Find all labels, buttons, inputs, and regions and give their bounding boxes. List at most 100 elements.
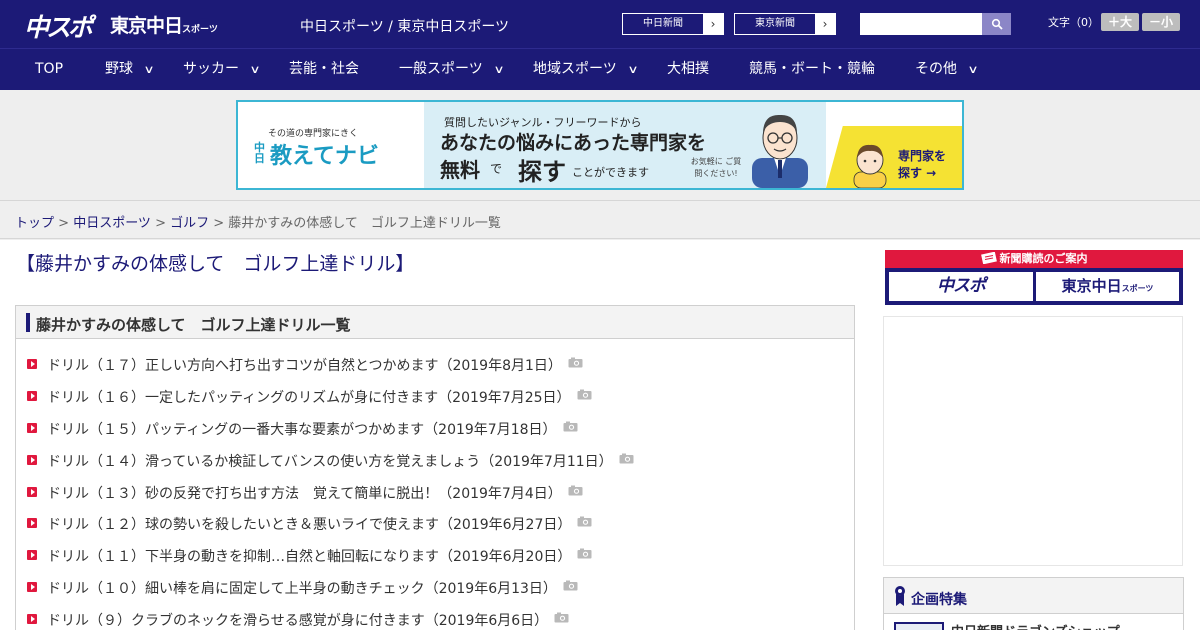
camera-icon bbox=[563, 580, 578, 591]
breadcrumb-link-top[interactable]: トップ bbox=[15, 216, 54, 231]
main-nav: TOP 野球 ∨ サッカー ∨ 芸能・社会 一般スポーツ ∨ 地域スポーツ ∨ 大相撲 … bbox=[0, 48, 1200, 90]
newspaper-icon bbox=[980, 251, 997, 265]
tokyo-chunichi-logo[interactable]: 東京中日スポーツ bbox=[110, 11, 218, 38]
chuspo-logo[interactable]: 中スポ bbox=[24, 8, 93, 44]
search-button[interactable] bbox=[982, 13, 1011, 35]
font-size-label: 文字（0） bbox=[1048, 16, 1099, 29]
ribbon-icon bbox=[895, 586, 905, 606]
article-title: ドリル（１３）砂の反発で打ち出す方法 覚えて簡単に脱出！（2019年7月4日） bbox=[47, 485, 562, 502]
top-header: 中スポ 東京中日スポーツ 中日スポーツ / 東京中日スポーツ 中日新聞 › 東京… bbox=[0, 0, 1200, 48]
nav-item-top[interactable]: TOP bbox=[35, 49, 63, 90]
nav-item-baseball[interactable]: 野球 ∨ bbox=[105, 49, 155, 90]
article-link[interactable]: ドリル（１４）滑っているか検証してバンスの使い方を覚えましょう（2019年7月1… bbox=[47, 451, 634, 471]
feature-box: 企画特集 中日新聞ドラゴンズショップ bbox=[883, 577, 1184, 630]
chunichi-shimbun-label: 中日新聞 bbox=[643, 18, 683, 29]
breadcrumb: トップ > 中日スポーツ > ゴルフ > 藤井かすみの体感して ゴルフ上達ドリル… bbox=[15, 212, 501, 231]
camera-icon bbox=[577, 548, 592, 559]
article-title: ドリル（１６）一定したパッティングのリズムが身に付きます（2019年7月25日） bbox=[47, 389, 571, 406]
nav-item-sumo[interactable]: 大相撲 bbox=[667, 49, 709, 90]
article-list-header: 藤井かすみの体感して ゴルフ上達ドリル一覧 bbox=[16, 306, 854, 339]
feature-thumbnail[interactable] bbox=[894, 622, 944, 630]
list-bullet-icon bbox=[27, 614, 37, 625]
nav-label: 一般スポーツ bbox=[399, 61, 483, 77]
font-bigger-button[interactable]: ＋大 bbox=[1101, 13, 1139, 31]
chevron-right-icon: › bbox=[703, 14, 723, 34]
camera-icon bbox=[568, 485, 583, 496]
chevron-down-icon: ∨ bbox=[627, 63, 639, 76]
oshiete-navi-banner[interactable]: その道の専門家にきく 中日 教えてナビ 質問したいジャンル・フリーワードから あ… bbox=[236, 100, 964, 190]
nav-item-local-sports[interactable]: 地域スポーツ ∨ bbox=[533, 49, 639, 90]
article-link[interactable]: ドリル（１１）下半身の動きを抑制…自然と軸回転になります（2019年6月20日） bbox=[47, 546, 592, 566]
article-title: ドリル（１４）滑っているか検証してバンスの使い方を覚えましょう（2019年7月1… bbox=[47, 453, 613, 470]
camera-icon bbox=[563, 421, 578, 432]
article-title: ドリル（１２）球の勢いを殺したいとき＆悪いライで使えます（2019年6月27日） bbox=[47, 517, 572, 534]
banner-line3-de: で bbox=[490, 162, 503, 176]
banner-line3-search: 探す bbox=[518, 158, 566, 186]
subscribe-tokyo-suffix: スポーツ bbox=[1121, 284, 1154, 293]
sidebar-ad-slot bbox=[883, 316, 1183, 566]
article-title: ドリル（１７）正しい方向へ打ち出すコツが自然とつかめます（2019年8月1日） bbox=[47, 358, 562, 374]
tokyo-shimbun-link[interactable]: 東京新聞 › bbox=[734, 13, 836, 35]
article-link[interactable]: ドリル（１０）細い棒を肩に固定して上半身の動きチェック（2019年6月13日） bbox=[47, 578, 578, 598]
expert-illustration-icon bbox=[752, 114, 808, 188]
subscribe-tokyo-label: 東京中日 bbox=[1061, 277, 1122, 295]
banner-line2: あなたの悩みにあった専門家を bbox=[440, 132, 707, 154]
article-link[interactable]: ドリル（１３）砂の反発で打ち出す方法 覚えて簡単に脱出！（2019年7月4日） bbox=[47, 483, 583, 503]
tokyo-logo-text: 東京中日 bbox=[110, 15, 183, 37]
chevron-right-icon: › bbox=[815, 14, 835, 34]
article-list-box: 藤井かすみの体感して ゴルフ上達ドリル一覧 ドリル（１７）正しい方向へ打ち出すコ… bbox=[15, 305, 855, 630]
nav-label: その他 bbox=[915, 61, 957, 77]
nav-label: 競馬・ボート・競輪 bbox=[749, 61, 875, 77]
nav-item-other[interactable]: その他 ∨ bbox=[915, 49, 979, 90]
banner-brand-small: 中日 bbox=[254, 141, 265, 165]
breadcrumb-separator: > bbox=[150, 216, 171, 231]
article-list-heading: 藤井かすみの体感して ゴルフ上達ドリル一覧 bbox=[36, 316, 351, 334]
subscribe-chuspo-button[interactable]: 中スポ bbox=[889, 272, 1033, 301]
font-smaller-button[interactable]: －小 bbox=[1142, 13, 1180, 31]
nav-item-general-sports[interactable]: 一般スポーツ ∨ bbox=[399, 49, 505, 90]
article-title: ドリル（１５）パッティングの一番大事な要素がつかめます（2019年7月18日） bbox=[47, 421, 557, 438]
nav-item-soccer[interactable]: サッカー ∨ bbox=[183, 49, 261, 90]
banner-brand-area: その道の専門家にきく 中日 教えてナビ bbox=[238, 102, 424, 188]
list-bullet-icon bbox=[27, 550, 37, 561]
article-title: ドリル（１１）下半身の動きを抑制…自然と軸回転になります（2019年6月20日） bbox=[47, 549, 572, 566]
subscribe-tokyo-button[interactable]: 東京中日スポーツ bbox=[1036, 272, 1179, 301]
article-title: ドリル（９）クラブのネックを滑らせる感覚が身に付きます（2019年6月6日） bbox=[47, 613, 549, 630]
chevron-down-icon: ∨ bbox=[967, 63, 979, 76]
banner-message-area: 質問したいジャンル・フリーワードから あなたの悩みにあった専門家を 無料 で 探… bbox=[424, 102, 826, 188]
user-illustration-icon bbox=[853, 144, 887, 188]
breadcrumb-bar: トップ > 中日スポーツ > ゴルフ > 藤井かすみの体感して ゴルフ上達ドリル… bbox=[0, 200, 1200, 239]
list-bullet-icon bbox=[27, 454, 37, 465]
feature-title: 企画特集 bbox=[911, 592, 967, 608]
banner-line3-can: ことができます bbox=[572, 166, 649, 179]
nav-item-entertainment[interactable]: 芸能・社会 bbox=[289, 49, 359, 90]
search-icon bbox=[991, 18, 1003, 30]
subscription-box: 新聞購読のご案内 中スポ 東京中日スポーツ bbox=[885, 250, 1183, 305]
article-link[interactable]: ドリル（１２）球の勢いを殺したいとき＆悪いライで使えます（2019年6月27日） bbox=[47, 514, 592, 534]
camera-icon bbox=[577, 389, 592, 400]
nav-label: 大相撲 bbox=[667, 61, 709, 77]
nav-label: TOP bbox=[35, 61, 64, 77]
banner-brand: 教えてナビ bbox=[270, 144, 379, 169]
article-link[interactable]: ドリル（１５）パッティングの一番大事な要素がつかめます（2019年7月18日） bbox=[47, 419, 578, 439]
search-input[interactable] bbox=[860, 13, 982, 35]
subscription-header-label: 新聞購読のご案内 bbox=[999, 252, 1088, 265]
article-link[interactable]: ドリル（１６）一定したパッティングのリズムが身に付きます（2019年7月25日） bbox=[47, 387, 592, 407]
list-bullet-icon bbox=[27, 390, 37, 401]
article-title: ドリル（１０）細い棒を肩に固定して上半身の動きチェック（2019年6月13日） bbox=[47, 581, 557, 598]
banner-cta[interactable]: 専門家を 探す → bbox=[898, 148, 958, 182]
tokyo-logo-suffix: スポーツ bbox=[182, 25, 218, 35]
breadcrumb-link-chunichi-sports[interactable]: 中日スポーツ bbox=[73, 216, 151, 231]
article-link[interactable]: ドリル（１７）正しい方向へ打ち出すコツが自然とつかめます（2019年8月1日） bbox=[47, 355, 583, 375]
nav-item-racing[interactable]: 競馬・ボート・競輪 bbox=[749, 49, 875, 90]
subscription-header[interactable]: 新聞購読のご案内 bbox=[885, 250, 1183, 268]
tokyo-shimbun-label: 東京新聞 bbox=[755, 18, 795, 29]
article-link[interactable]: ドリル（９）クラブのネックを滑らせる感覚が身に付きます（2019年6月6日） bbox=[47, 610, 569, 630]
chunichi-shimbun-link[interactable]: 中日新聞 › bbox=[622, 13, 724, 35]
chevron-down-icon: ∨ bbox=[493, 63, 505, 76]
heading-accent-bar bbox=[26, 313, 30, 332]
breadcrumb-link-golf[interactable]: ゴルフ bbox=[170, 216, 209, 231]
feature-item-link[interactable]: 中日新聞ドラゴンズショップ bbox=[951, 621, 1120, 630]
chevron-down-icon: ∨ bbox=[143, 63, 155, 76]
banner-line3-free: 無料 bbox=[440, 158, 480, 182]
